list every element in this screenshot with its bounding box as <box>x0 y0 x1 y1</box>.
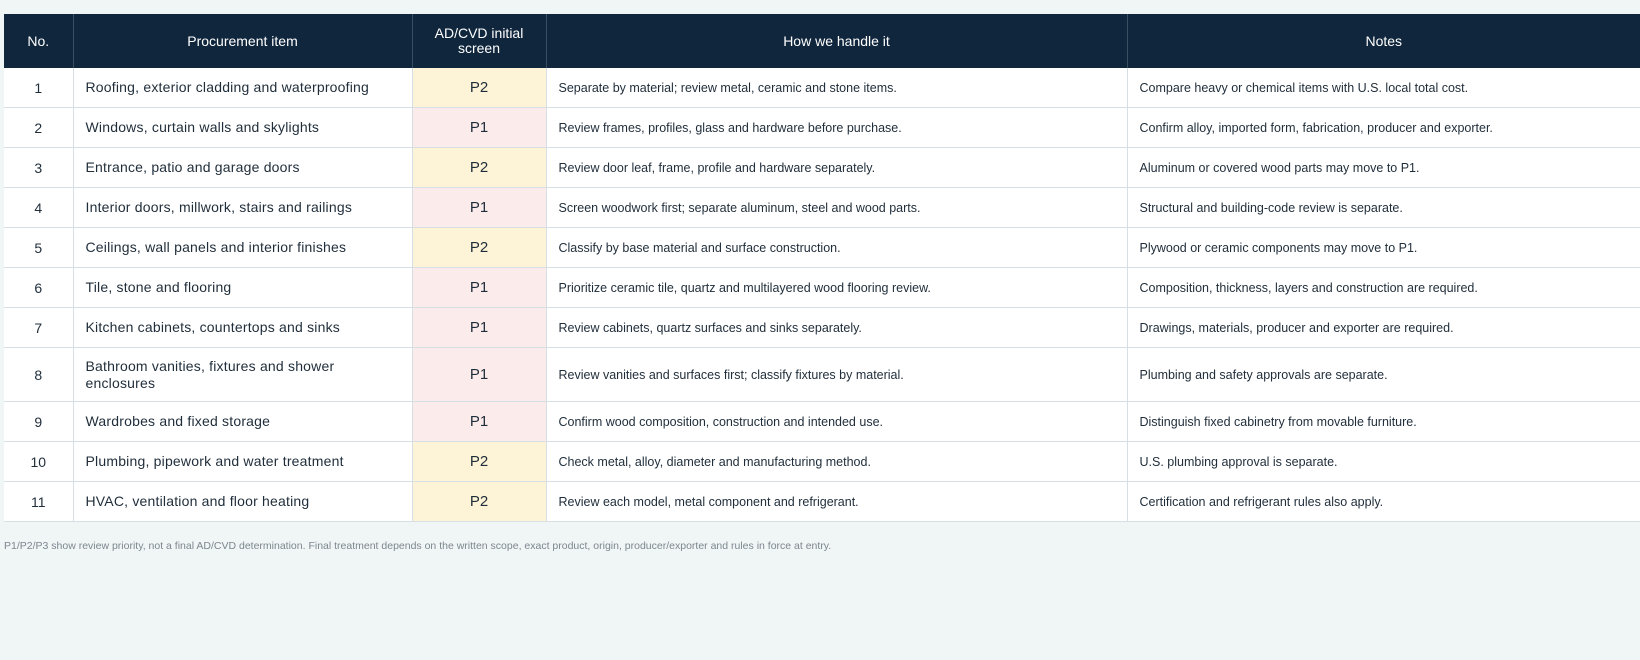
notes-cell: Plywood or ceramic components may move t… <box>1127 227 1640 268</box>
table-row: 1 Roofing, exterior cladding and waterpro… <box>4 68 1640 108</box>
notes-cell: Confirm alloy, imported form, fabricatio… <box>1127 107 1640 148</box>
row-number: 11 <box>4 481 74 522</box>
priority-badge: P1 <box>412 307 547 348</box>
priority-badge: P2 <box>412 68 547 108</box>
header-notes: Notes <box>1127 14 1640 68</box>
table-row: 7 Kitchen cabinets, countertops and sinks… <box>4 307 1640 348</box>
table-row: 8 Bathroom vanities, fixtures and shower … <box>4 347 1640 402</box>
row-number: 10 <box>4 441 74 482</box>
procurement-item-cell: Interior doors, millwork, stairs and rai… <box>73 187 413 228</box>
handling-cell: Screen woodwork first; separate aluminum… <box>546 187 1128 228</box>
notes-cell: Plumbing and safety approvals are separa… <box>1127 347 1640 402</box>
table-row: 6 Tile, stone and flooring P1 Prioritize ce… <box>4 267 1640 308</box>
table-row: 5 Ceilings, wall panels and interior fini… <box>4 227 1640 268</box>
priority-badge: P1 <box>412 347 547 402</box>
procurement-item-cell: HVAC, ventilation and floor heating <box>73 481 413 522</box>
priority-badge: P1 <box>412 267 547 308</box>
handling-cell: Review door leaf, frame, profile and har… <box>546 147 1128 188</box>
procurement-item-cell: Plumbing, pipework and water treatment <box>73 441 413 482</box>
header-procurement-item: Procurement item <box>73 14 413 68</box>
table-row: 2 Windows, curtain walls and skylights P1 R… <box>4 107 1640 148</box>
table-row: 3 Entrance, patio and garage doors P2 Revie… <box>4 147 1640 188</box>
priority-badge: P2 <box>412 441 547 482</box>
procurement-item-cell: Windows, curtain walls and skylights <box>73 107 413 148</box>
priority-badge: P1 <box>412 107 547 148</box>
handling-cell: Separate by material; review metal, cera… <box>546 68 1128 108</box>
notes-cell: Compare heavy or chemical items with U.S… <box>1127 68 1640 108</box>
header-how-we-handle: How we handle it <box>546 14 1128 68</box>
row-number: 8 <box>4 347 74 402</box>
notes-cell: Composition, thickness, layers and const… <box>1127 267 1640 308</box>
procurement-item-cell: Tile, stone and flooring <box>73 267 413 308</box>
notes-cell: Certification and refrigerant rules also… <box>1127 481 1640 522</box>
procurement-item-cell: Entrance, patio and garage doors <box>73 147 413 188</box>
notes-cell: Distinguish fixed cabinetry from movable… <box>1127 401 1640 442</box>
handling-cell: Review frames, profiles, glass and hardw… <box>546 107 1128 148</box>
page: No. Procurement item AD/CVD initial scre… <box>0 0 1640 660</box>
table-row: 9 Wardrobes and fixed storage P1 Confirm wo… <box>4 401 1640 442</box>
priority-badge: P1 <box>412 401 547 442</box>
notes-cell: U.S. plumbing approval is separate. <box>1127 441 1640 482</box>
handling-cell: Review vanities and surfaces first; clas… <box>546 347 1128 402</box>
priority-badge: P2 <box>412 481 547 522</box>
row-number: 1 <box>4 68 74 108</box>
notes-cell: Aluminum or covered wood parts may move … <box>1127 147 1640 188</box>
header-row: No. Procurement item AD/CVD initial scre… <box>4 14 1640 68</box>
handling-cell: Review cabinets, quartz surfaces and sin… <box>546 307 1128 348</box>
handling-cell: Check metal, alloy, diameter and manufac… <box>546 441 1128 482</box>
footnote: P1/P2/P3 show review priority, not a fin… <box>4 540 832 552</box>
handling-cell: Classify by base material and surface co… <box>546 227 1128 268</box>
row-number: 6 <box>4 267 74 308</box>
table-row: 10 Plumbing, pipework and water treatment… <box>4 441 1640 482</box>
priority-badge: P2 <box>412 227 547 268</box>
row-number: 2 <box>4 107 74 148</box>
row-number: 9 <box>4 401 74 442</box>
procurement-item-cell: Ceilings, wall panels and interior finis… <box>73 227 413 268</box>
row-number: 4 <box>4 187 74 228</box>
handling-cell: Prioritize ceramic tile, quartz and mult… <box>546 267 1128 308</box>
table-header: No. Procurement item AD/CVD initial scre… <box>4 14 1640 68</box>
procurement-table: No. Procurement item AD/CVD initial scre… <box>4 14 1640 522</box>
table-row: 11 HVAC, ventilation and floor heating P2 R… <box>4 481 1640 522</box>
row-number: 5 <box>4 227 74 268</box>
priority-badge: P2 <box>412 147 547 188</box>
table-row: 4 Interior doors, millwork, stairs and ra… <box>4 187 1640 228</box>
procurement-item-cell: Kitchen cabinets, countertops and sinks <box>73 307 413 348</box>
row-number: 3 <box>4 147 74 188</box>
handling-cell: Confirm wood composition, construction a… <box>546 401 1128 442</box>
procurement-item-cell: Bathroom vanities, fixtures and shower e… <box>73 347 413 402</box>
procurement-item-cell: Roofing, exterior cladding and waterproo… <box>73 68 413 108</box>
header-no: No. <box>4 14 74 68</box>
notes-cell: Structural and building-code review is s… <box>1127 187 1640 228</box>
priority-badge: P1 <box>412 187 547 228</box>
handling-cell: Review each model, metal component and r… <box>546 481 1128 522</box>
notes-cell: Drawings, materials, producer and export… <box>1127 307 1640 348</box>
header-adcvd-screen: AD/CVD initial screen <box>412 14 547 68</box>
procurement-item-cell: Wardrobes and fixed storage <box>73 401 413 442</box>
table-body: 1 Roofing, exterior cladding and waterpro… <box>4 68 1640 522</box>
row-number: 7 <box>4 307 74 348</box>
